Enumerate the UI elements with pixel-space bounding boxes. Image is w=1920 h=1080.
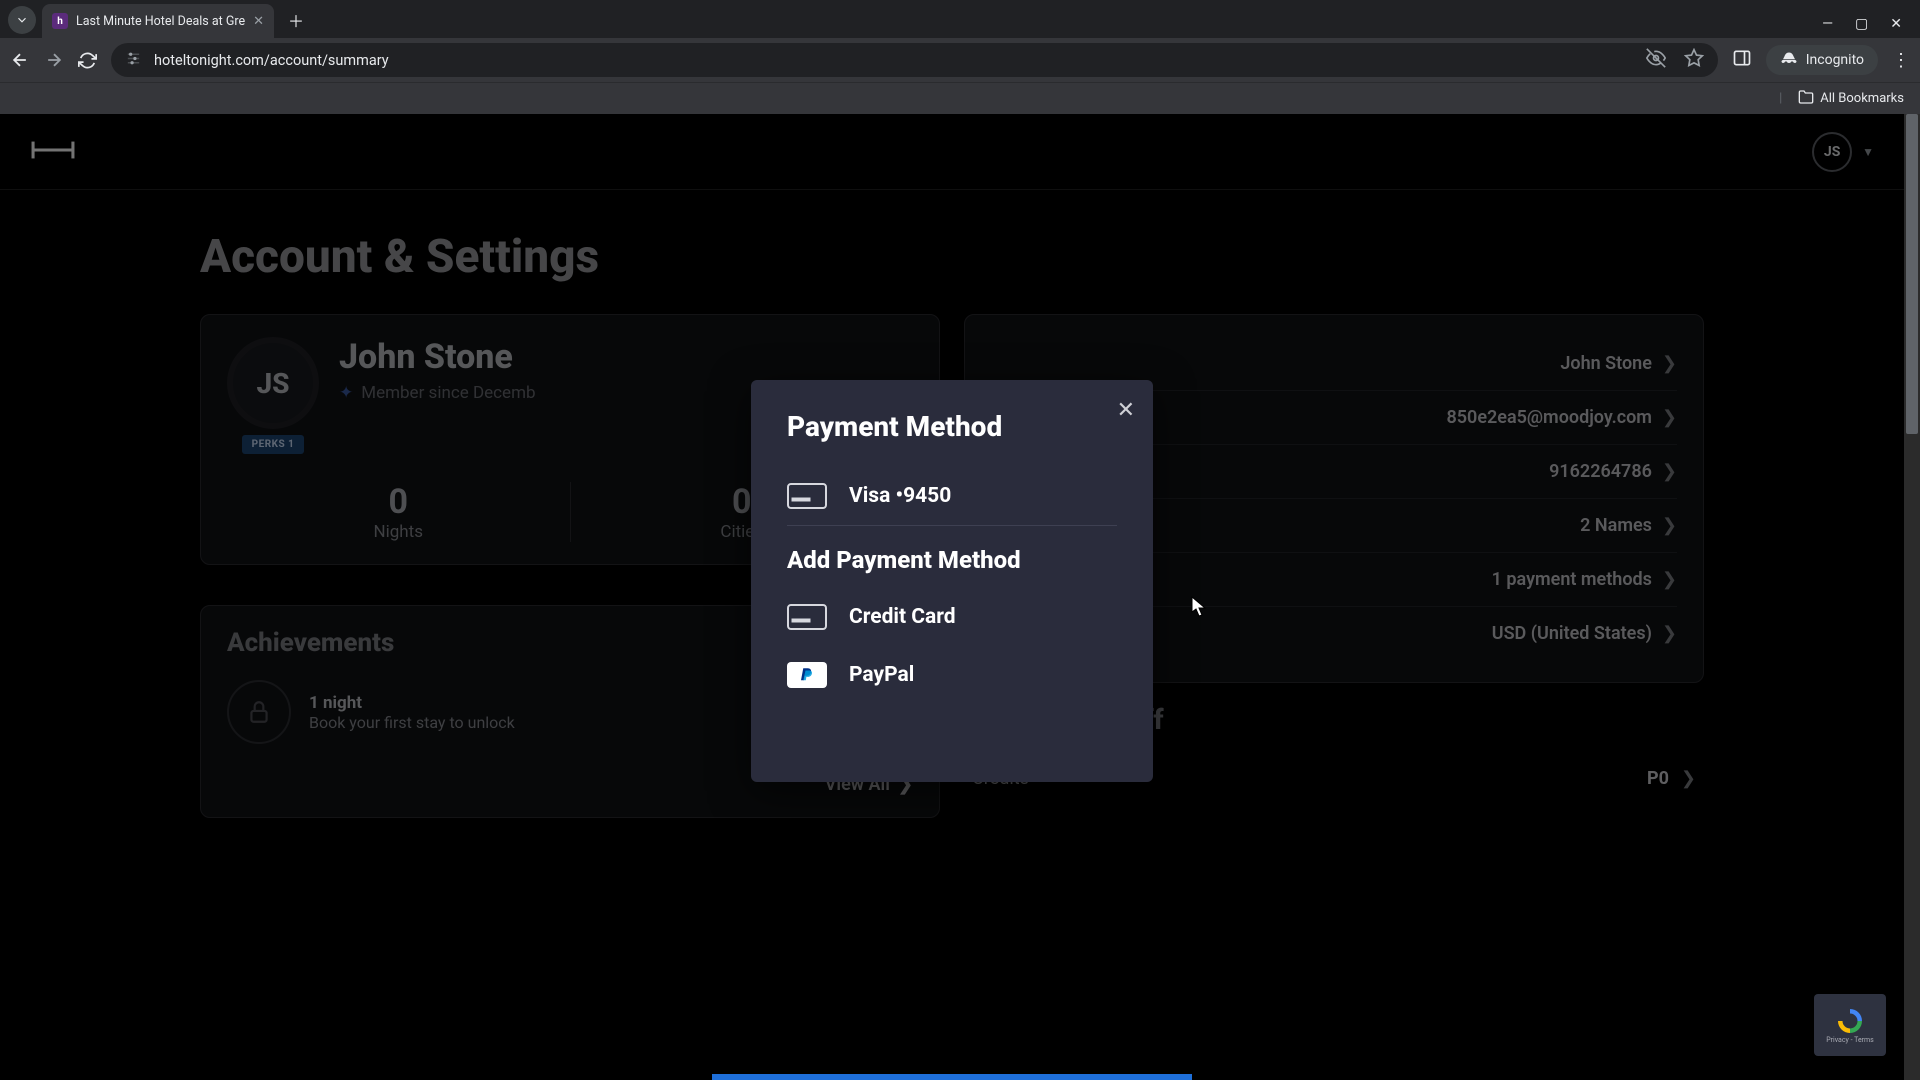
- paypal-label: PayPal: [849, 663, 914, 687]
- incognito-chip[interactable]: Incognito: [1766, 45, 1878, 75]
- forward-button[interactable]: [44, 50, 64, 70]
- credit-card-icon: [787, 604, 827, 630]
- modal-title: Payment Method: [787, 410, 1117, 443]
- bookmark-star-icon[interactable]: [1684, 48, 1704, 72]
- tab-bar: h Last Minute Hotel Deals at Gre ✕ ＋ — ▢…: [0, 0, 1920, 38]
- back-button[interactable]: [10, 50, 30, 70]
- recaptcha-text: Privacy - Terms: [1826, 1036, 1874, 1044]
- tab-search-button[interactable]: [8, 6, 36, 34]
- reload-button[interactable]: [78, 51, 97, 70]
- incognito-icon: [1780, 51, 1798, 69]
- all-bookmarks-link[interactable]: All Bookmarks: [1820, 91, 1904, 106]
- add-paypal-option[interactable]: PayPal: [787, 646, 1117, 704]
- payment-method-modal: ✕ Payment Method Visa •9450 Add Payment …: [751, 380, 1153, 782]
- maximize-button[interactable]: ▢: [1855, 16, 1868, 32]
- bookmarks-divider: |: [1779, 91, 1782, 106]
- add-credit-card-option[interactable]: Credit Card: [787, 588, 1117, 646]
- recaptcha-badge[interactable]: Privacy - Terms: [1814, 994, 1886, 1056]
- new-tab-button[interactable]: ＋: [282, 6, 310, 34]
- incognito-label: Incognito: [1806, 52, 1864, 68]
- bookmarks-bar: | All Bookmarks: [0, 82, 1920, 114]
- page-viewport: JS ▼ Account & Settings JS: [0, 114, 1920, 1080]
- tab-close-button[interactable]: ✕: [253, 14, 264, 29]
- folder-icon: [1798, 89, 1814, 109]
- site-info-icon[interactable]: [125, 50, 142, 71]
- browser-chrome: h Last Minute Hotel Deals at Gre ✕ ＋ — ▢…: [0, 0, 1920, 114]
- nav-bar: hoteltonight.com/account/summary Incogni…: [0, 38, 1920, 82]
- window-controls: — ▢ ✕: [1822, 16, 1920, 32]
- side-panel-icon[interactable]: [1732, 48, 1752, 72]
- eye-off-icon[interactable]: [1646, 48, 1666, 72]
- minimize-button[interactable]: —: [1822, 16, 1833, 32]
- tab-favicon-icon: h: [52, 13, 68, 29]
- credit-card-icon: [787, 483, 827, 509]
- paypal-icon: [787, 662, 827, 688]
- scrollbar-thumb[interactable]: [1906, 114, 1918, 434]
- close-window-button[interactable]: ✕: [1890, 16, 1902, 32]
- bottom-notification-strip: [712, 1074, 1192, 1080]
- vertical-scrollbar[interactable]: [1904, 114, 1920, 1080]
- browser-tab[interactable]: h Last Minute Hotel Deals at Gre ✕: [42, 4, 274, 38]
- url-bar[interactable]: hoteltonight.com/account/summary: [111, 43, 1718, 77]
- url-text: hoteltonight.com/account/summary: [154, 52, 389, 69]
- credit-card-label: Credit Card: [849, 605, 956, 629]
- visa-label: Visa •9450: [849, 484, 951, 508]
- browser-menu-icon[interactable]: ⋮: [1892, 50, 1910, 71]
- tab-title: Last Minute Hotel Deals at Gre: [76, 14, 245, 29]
- payment-method-visa[interactable]: Visa •9450: [787, 467, 1117, 526]
- add-payment-method-title: Add Payment Method: [787, 546, 1117, 574]
- close-icon[interactable]: ✕: [1117, 398, 1135, 423]
